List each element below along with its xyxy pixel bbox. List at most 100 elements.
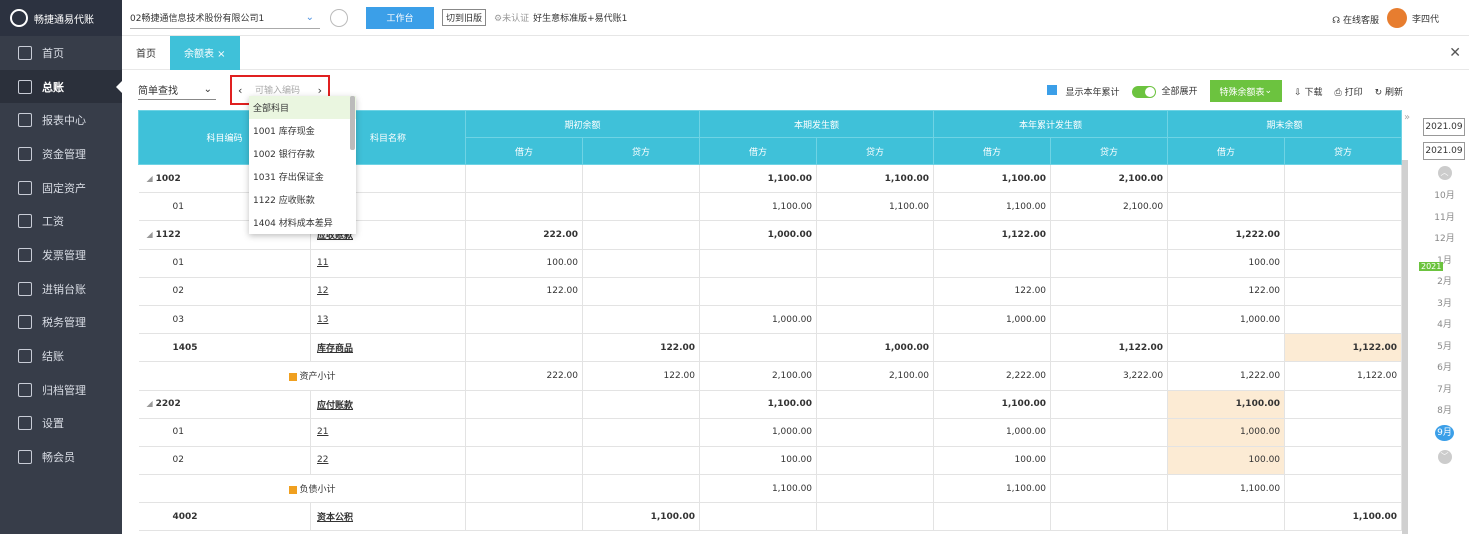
subject-name-link[interactable]: 21 bbox=[310, 418, 466, 447]
sidebar-item-11[interactable]: 设置 bbox=[0, 407, 122, 441]
table-scrollbar[interactable] bbox=[1402, 160, 1408, 534]
period-start[interactable]: 2021.09 bbox=[1423, 118, 1465, 136]
month-label: 4月 bbox=[1437, 320, 1452, 330]
sidebar-item-4[interactable]: 固定资产 bbox=[0, 171, 122, 205]
subject-name-link[interactable]: 应付账款 bbox=[310, 390, 466, 419]
scroll-down-icon[interactable]: ﹀ bbox=[1437, 450, 1452, 464]
table-row[interactable]: 资产小计 222.00 122.00 2,100.00 2,100.00 2,222.00… bbox=[138, 361, 1402, 391]
table-row[interactable]: 03 13 1,000.00 1,000.00 1,000.00 bbox=[138, 305, 1402, 335]
month-item[interactable]: 7月 bbox=[1420, 380, 1469, 402]
month-item[interactable]: 6月 bbox=[1420, 358, 1469, 380]
user-menu[interactable]: 李四代 bbox=[1386, 8, 1439, 28]
dropdown-option[interactable]: 全部科目 bbox=[249, 96, 356, 119]
sidebar-item-3[interactable]: 资金管理 bbox=[0, 137, 122, 171]
period-end[interactable]: 2021.09 bbox=[1423, 142, 1465, 160]
col-closing-balance: 期末余额 bbox=[1167, 110, 1402, 138]
tab-home[interactable]: 首页 bbox=[122, 36, 170, 70]
amount-cell: 122.00 bbox=[582, 333, 701, 363]
sidebar-item-0[interactable]: 首页 bbox=[0, 36, 122, 70]
sidebar-item-7[interactable]: 进销台账 bbox=[0, 272, 122, 306]
subject-name-link[interactable]: 11 bbox=[310, 249, 466, 278]
dropdown-option[interactable]: 1001 库存现金 bbox=[249, 119, 356, 142]
auth-status[interactable]: ⚙未认证 bbox=[494, 11, 529, 24]
ledger-icon bbox=[18, 79, 32, 94]
sidebar-item-label: 资金管理 bbox=[42, 147, 86, 161]
month-item[interactable]: 12月 bbox=[1420, 229, 1469, 251]
workbench-button[interactable]: 工作台 bbox=[366, 6, 434, 29]
amount-cell: 100.00 bbox=[465, 249, 583, 278]
sidebar-item-10[interactable]: 归档管理 bbox=[0, 373, 122, 407]
print-button[interactable]: ⎙ 打印 bbox=[1335, 85, 1363, 98]
tab-balance-sheet[interactable]: 余额表 × bbox=[170, 35, 240, 70]
tree-toggle-icon[interactable]: ◢ bbox=[147, 230, 153, 239]
subject-code-cell: 01 bbox=[138, 418, 311, 447]
company-select[interactable]: 02畅捷通信息技术股份有限公司1 ⌄ bbox=[130, 7, 320, 29]
amount-cell bbox=[582, 390, 701, 419]
month-item[interactable]: 9月 bbox=[1420, 423, 1469, 445]
month-item[interactable]: 11月 bbox=[1420, 208, 1469, 230]
online-service-link[interactable]: ☊ 在线客服 bbox=[1332, 13, 1379, 26]
amount-cell bbox=[1167, 192, 1286, 222]
switch-old-version-button[interactable]: 切到旧版 bbox=[442, 9, 487, 26]
close-icon[interactable]: ✕ bbox=[1449, 45, 1461, 61]
code-input[interactable]: 可输入编码 bbox=[255, 83, 305, 97]
app-logo[interactable]: 畅捷通易代账 bbox=[0, 0, 122, 36]
sidebar-item-8[interactable]: 税务管理 bbox=[0, 306, 122, 340]
dropdown-option[interactable]: 1002 银行存款 bbox=[249, 142, 356, 165]
calendar-icon[interactable] bbox=[330, 8, 348, 27]
amount-cell: 1,100.00 bbox=[933, 474, 1052, 504]
subject-name-link[interactable]: 资本公积 bbox=[310, 502, 466, 532]
refresh-button[interactable]: ↻ 刷新 bbox=[1375, 85, 1403, 98]
subject-name-link[interactable]: 13 bbox=[310, 305, 466, 335]
tree-toggle-icon[interactable]: ◢ bbox=[147, 399, 153, 408]
month-item[interactable]: 3月 bbox=[1420, 294, 1469, 316]
subject-name-link[interactable]: 12 bbox=[310, 277, 466, 306]
expand-all-toggle[interactable]: 全部展开 bbox=[1131, 84, 1198, 98]
table-row[interactable]: 1405 库存商品 122.00 1,000.00 1,122.00 1,122.00 bbox=[138, 333, 1402, 363]
month-item[interactable]: 5月 bbox=[1420, 337, 1469, 359]
tree-toggle-icon[interactable]: ◢ bbox=[147, 174, 153, 183]
dropdown-scrollbar[interactable] bbox=[350, 96, 355, 150]
show-year-checkbox[interactable]: 显示本年累计 bbox=[1047, 84, 1120, 98]
period-panel: 2021.09 2021.09 ︿ 10月 11月 12月 1月 2月 3月 4月 5月 6月 7… bbox=[1420, 112, 1469, 482]
month-item[interactable]: 10月 bbox=[1420, 186, 1469, 208]
find-mode-label: 简单查找 bbox=[138, 86, 178, 97]
collapse-panel-icon[interactable]: » bbox=[1404, 112, 1418, 132]
subtotal-cell: 负债小计 bbox=[138, 474, 466, 504]
amount-cell: 122.00 bbox=[582, 361, 701, 391]
subject-name-link[interactable]: 库存商品 bbox=[310, 333, 466, 363]
sidebar-item-1[interactable]: 总账 bbox=[0, 69, 122, 104]
scroll-up-icon[interactable]: ︿ bbox=[1437, 166, 1452, 180]
month-item[interactable]: 4月 bbox=[1420, 315, 1469, 337]
checkbox-checked-icon bbox=[1047, 84, 1058, 95]
special-balance-button[interactable]: 特殊余额表 ⌄ bbox=[1209, 80, 1283, 102]
table-row[interactable]: 02 12 122.00 122.00 122.00 bbox=[138, 277, 1402, 306]
sidebar-item-5[interactable]: 工资 bbox=[0, 204, 122, 238]
sidebar-item-12[interactable]: 畅会员 bbox=[0, 440, 122, 474]
sidebar-item-label: 进销台账 bbox=[42, 282, 86, 296]
download-button[interactable]: ⇩ 下载 bbox=[1294, 85, 1322, 98]
table-row[interactable]: 4002 资本公积 1,100.00 1,100.00 bbox=[138, 502, 1402, 532]
amount-cell: 3,222.00 bbox=[1050, 361, 1169, 391]
sidebar-item-6[interactable]: 发票管理 bbox=[0, 238, 122, 272]
dropdown-option[interactable]: 1031 存出保证金 bbox=[249, 165, 356, 188]
month-item[interactable]: 2月 bbox=[1420, 272, 1469, 294]
table-row[interactable]: 01 11 100.00 100.00 bbox=[138, 249, 1402, 278]
chevron-left-icon[interactable]: ‹ bbox=[238, 84, 242, 97]
sidebar-item-2[interactable]: 报表中心 bbox=[0, 103, 122, 137]
amount-cell bbox=[816, 418, 935, 447]
table-row[interactable]: 02 22 100.00 100.00 100.00 bbox=[138, 446, 1402, 476]
sidebar-item-9[interactable]: 结账 bbox=[0, 339, 122, 373]
logo-mark-icon bbox=[10, 9, 28, 27]
dropdown-option[interactable]: 1122 应收账款 bbox=[249, 188, 356, 211]
table-row[interactable]: 01 21 1,000.00 1,000.00 1,000.00 bbox=[138, 418, 1402, 447]
amount-cell: 1,122.00 bbox=[1284, 361, 1402, 391]
table-row[interactable]: 负债小计 1,100.00 1,100.00 1,100.00 bbox=[138, 474, 1402, 504]
chevron-right-icon[interactable]: › bbox=[318, 84, 322, 97]
dropdown-option[interactable]: 1404 材料成本差异 bbox=[249, 211, 356, 234]
table-row[interactable]: ◢ 2202 应付账款 1,100.00 1,100.00 1,100.00 bbox=[138, 390, 1402, 419]
subject-name-link[interactable]: 22 bbox=[310, 446, 466, 476]
find-mode-select[interactable]: 简单查找 ⌄ bbox=[138, 80, 216, 100]
amount-cell: 100.00 bbox=[699, 446, 818, 476]
month-item[interactable]: 8月 bbox=[1420, 401, 1469, 423]
